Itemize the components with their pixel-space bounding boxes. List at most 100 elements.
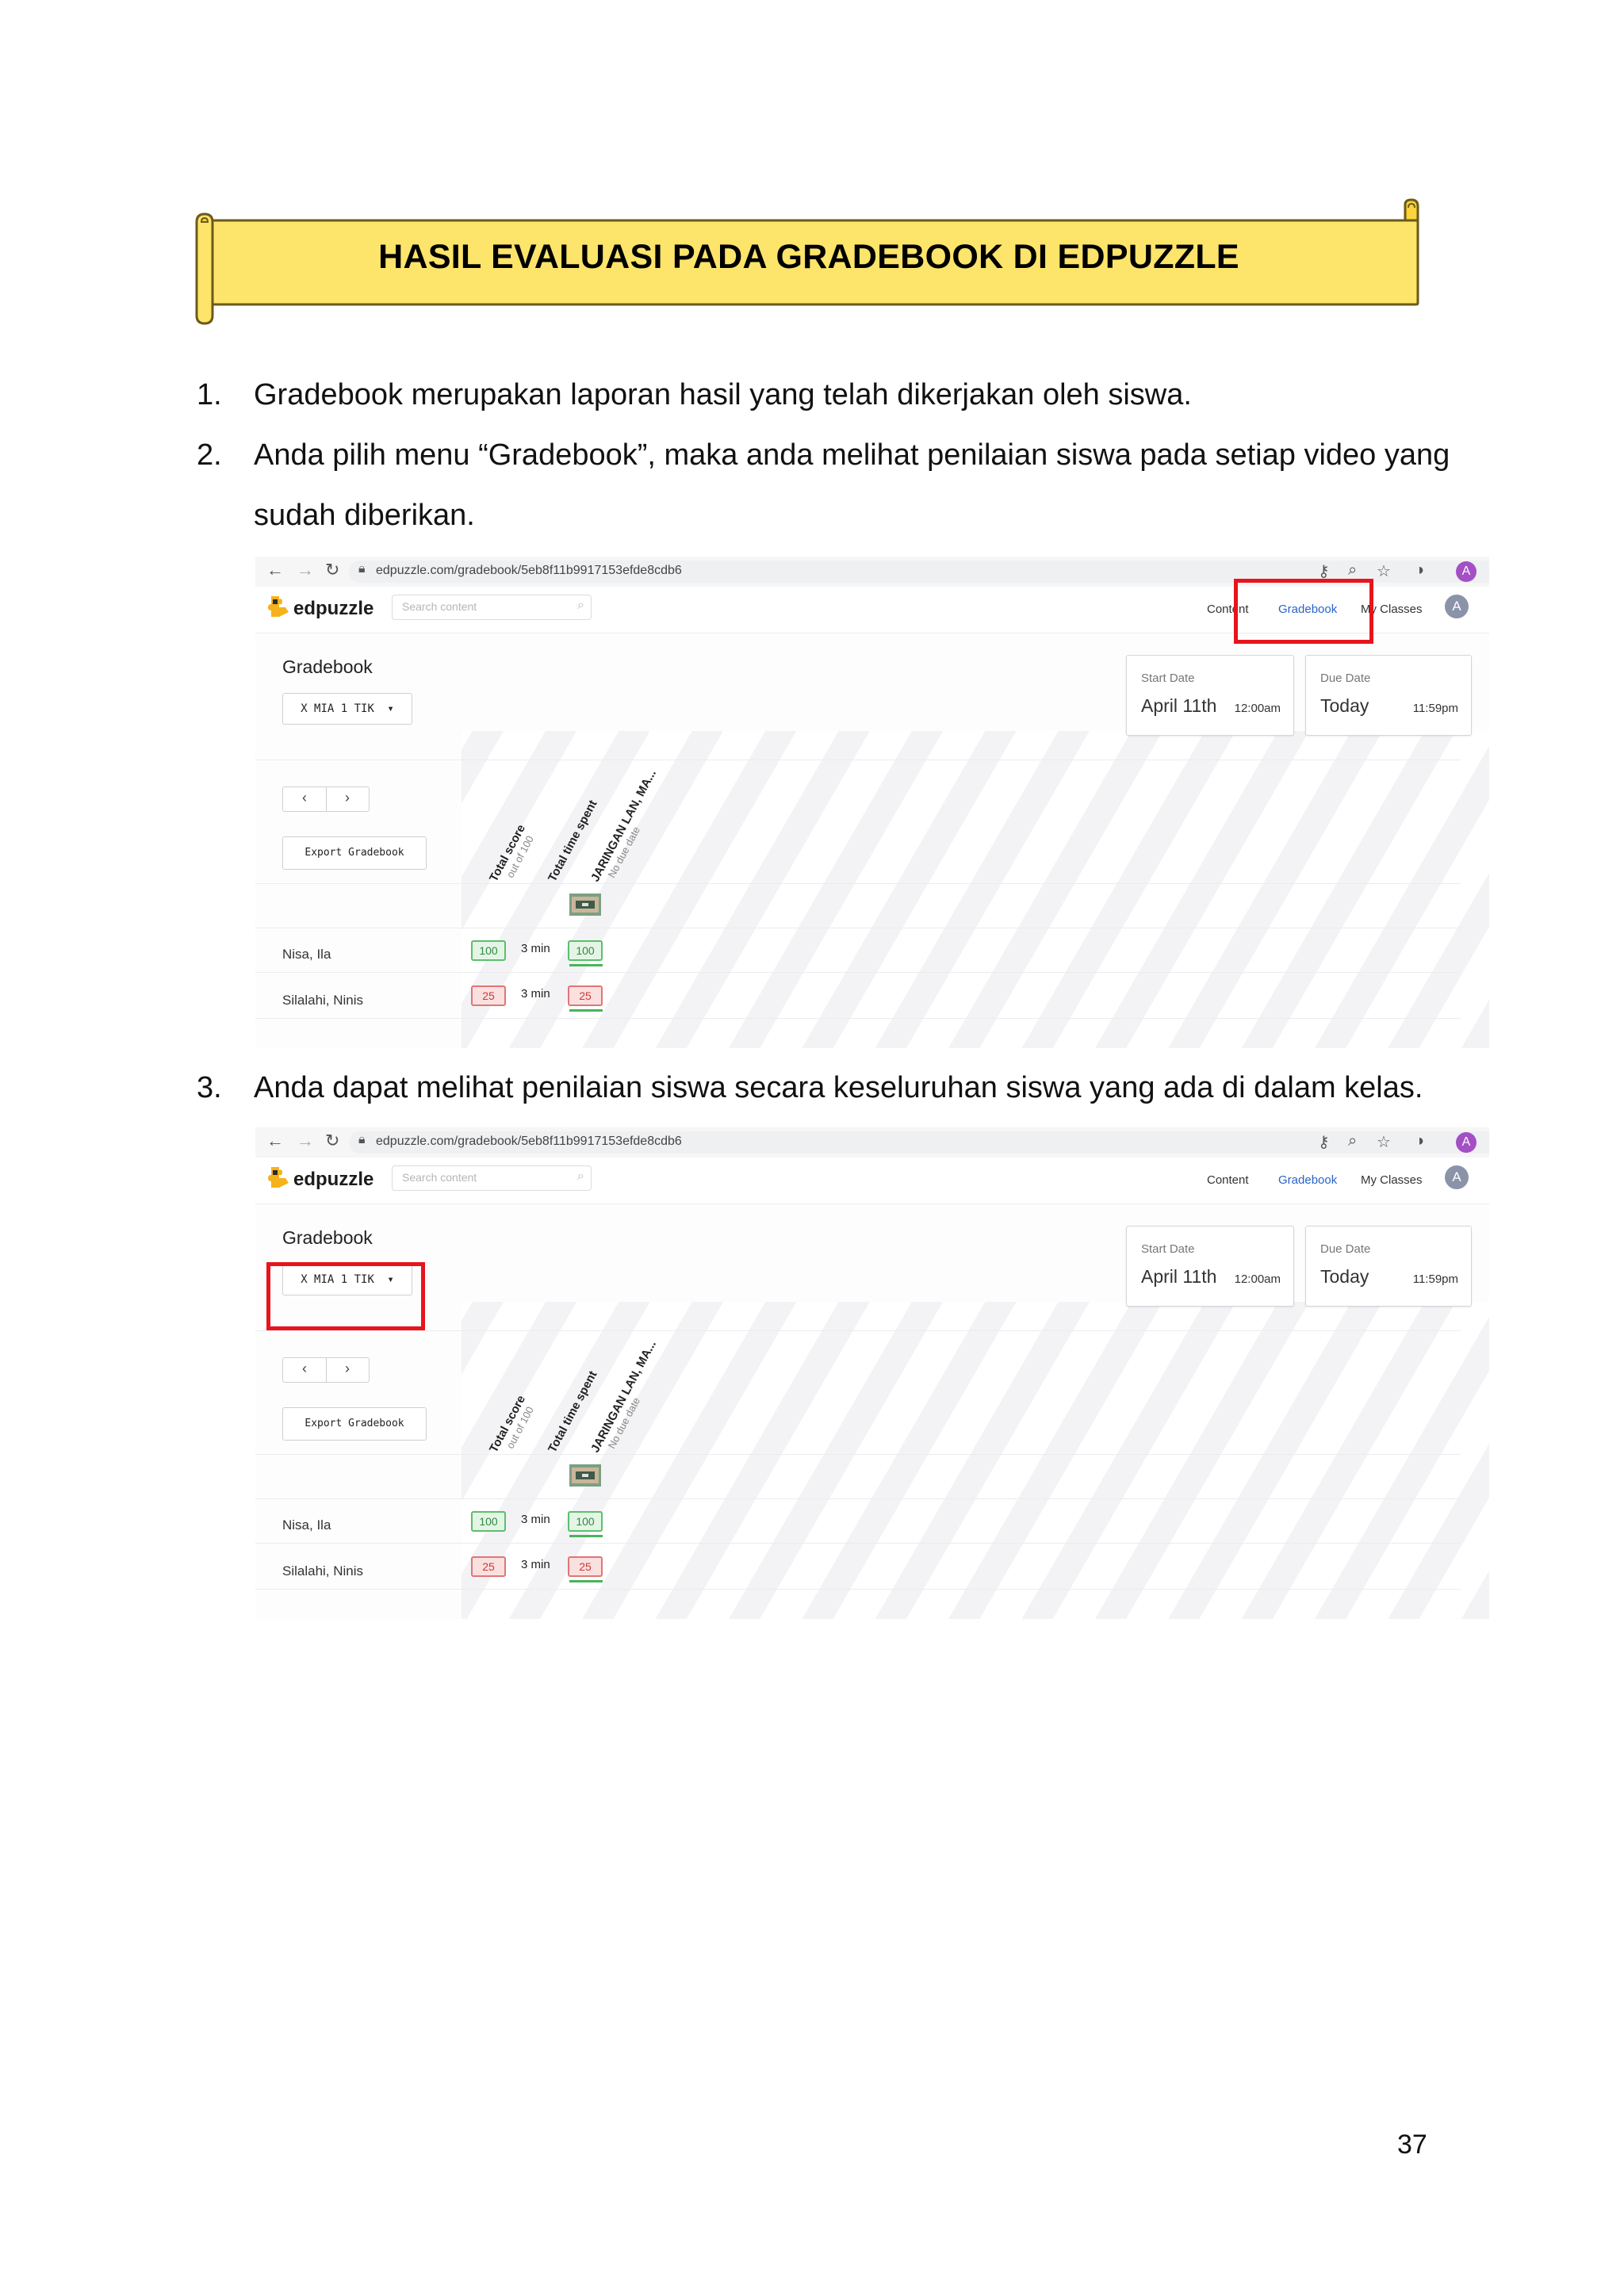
key-icon[interactable]: ⚷	[1318, 1132, 1330, 1152]
total-score-badge: 25	[471, 1556, 506, 1577]
edpuzzle-gradebook-screenshot: ← → ↻ 🔒︎ edpuzzle.com/gradebook/5eb8f11b…	[255, 1127, 1489, 1619]
search-input[interactable]	[402, 600, 561, 613]
logo-text: edpuzzle	[293, 1169, 374, 1190]
progress-underline	[569, 1009, 603, 1012]
time-spent: 3 min	[521, 942, 550, 955]
star-icon[interactable]: ☆	[1377, 561, 1391, 581]
forward-arrow-icon[interactable]: →	[297, 560, 314, 580]
nav-content[interactable]: Content	[1207, 1173, 1249, 1187]
total-score-badge: 100	[471, 1511, 506, 1532]
video-score-badge[interactable]: 100	[568, 940, 603, 961]
step-number: 2.	[197, 438, 222, 472]
gradebook-title: Gradebook	[282, 1227, 373, 1248]
user-avatar[interactable]: A	[1445, 1165, 1469, 1189]
divider	[255, 1454, 1461, 1455]
url-text[interactable]: edpuzzle.com/gradebook/5eb8f11b9917153ef…	[376, 564, 682, 578]
video-score-badge[interactable]: 25	[568, 1556, 603, 1577]
export-gradebook-button[interactable]: Export Gradebook	[282, 836, 427, 870]
due-date-label: Due Date	[1320, 672, 1371, 685]
video-score-badge[interactable]: 100	[568, 1511, 603, 1532]
zoom-icon[interactable]: ⌕	[1348, 1132, 1357, 1150]
browser-toolbar: ← → ↻ 🔒︎ edpuzzle.com/gradebook/5eb8f11b…	[255, 1127, 1489, 1158]
next-page-button[interactable]: ›	[326, 790, 369, 806]
video-score-badge[interactable]: 25	[568, 985, 603, 1006]
prev-page-button[interactable]: ‹	[283, 1360, 326, 1377]
search-icon[interactable]: ⌕	[577, 599, 584, 613]
banner-title: HASIL EVALUASI PADA GRADEBOOK DI EDPUZZL…	[378, 238, 1239, 276]
reload-icon[interactable]: ↻	[325, 1131, 339, 1151]
time-spent: 3 min	[521, 1513, 550, 1526]
title-banner: HASIL EVALUASI PADA GRADEBOOK DI EDPUZZL…	[190, 198, 1427, 325]
extension-icon[interactable]: ◑	[1415, 1132, 1424, 1150]
time-spent: 3 min	[521, 1558, 550, 1571]
divider	[255, 1543, 1461, 1544]
divider	[255, 1498, 1461, 1499]
pagination-control: ‹ ›	[282, 1357, 370, 1383]
total-score-badge: 25	[471, 985, 506, 1006]
video-thumbnail-icon[interactable]	[569, 894, 601, 916]
due-date-value: Today	[1320, 695, 1369, 716]
due-date-card[interactable]: Due Date Today 11:59pm	[1305, 655, 1472, 736]
search-field[interactable]: ⌕	[392, 1165, 592, 1191]
url-text[interactable]: edpuzzle.com/gradebook/5eb8f11b9917153ef…	[376, 1135, 682, 1149]
star-icon[interactable]: ☆	[1377, 1132, 1391, 1152]
class-dropdown-highlight	[266, 1262, 425, 1330]
nav-gradebook[interactable]: Gradebook	[1278, 1173, 1337, 1187]
due-date-time: 11:59pm	[1412, 1272, 1458, 1286]
edpuzzle-logo[interactable]: edpuzzle	[268, 1165, 373, 1191]
class-dropdown[interactable]: X MIA 1 TIK ▾	[282, 693, 412, 725]
nav-my-classes[interactable]: My Classes	[1361, 1173, 1423, 1187]
puzzle-logo-icon	[268, 1167, 289, 1188]
step-text: Gradebook merupakan laporan hasil yang t…	[254, 378, 1192, 411]
chevron-down-icon: ▾	[387, 702, 394, 715]
user-avatar[interactable]: A	[1445, 595, 1469, 618]
reload-icon[interactable]: ↻	[325, 560, 339, 580]
search-input[interactable]	[402, 1171, 561, 1184]
browser-profile-icon[interactable]: A	[1456, 1132, 1477, 1153]
start-date-card[interactable]: Start Date April 11th 12:00am	[1126, 1226, 1294, 1307]
extension-icon[interactable]: ◑	[1415, 561, 1424, 580]
gradebook-grid-background	[462, 731, 1489, 1048]
divider	[255, 1589, 1461, 1590]
pagination-control: ‹ ›	[282, 786, 370, 812]
puzzle-logo-icon	[268, 596, 289, 617]
back-arrow-icon[interactable]: ←	[266, 1131, 284, 1151]
due-date-card[interactable]: Due Date Today 11:59pm	[1305, 1226, 1472, 1307]
page-number: 37	[1397, 2130, 1427, 2160]
divider	[255, 972, 1461, 973]
search-icon[interactable]: ⌕	[577, 1169, 584, 1184]
step-text: Anda pilih menu “Gradebook”, maka anda m…	[254, 438, 1450, 532]
student-name[interactable]: Silalahi, Ninis	[282, 1563, 363, 1579]
next-page-button[interactable]: ›	[326, 1360, 369, 1377]
prev-page-button[interactable]: ‹	[283, 790, 326, 806]
back-arrow-icon[interactable]: ←	[266, 560, 284, 580]
export-gradebook-button[interactable]: Export Gradebook	[282, 1407, 427, 1441]
start-date-label: Start Date	[1141, 1242, 1195, 1256]
time-spent: 3 min	[521, 987, 550, 1001]
progress-underline	[569, 1580, 603, 1582]
progress-underline	[569, 964, 603, 966]
search-field[interactable]: ⌕	[392, 595, 592, 620]
divider	[255, 1330, 1461, 1331]
forward-arrow-icon[interactable]: →	[297, 1131, 314, 1151]
step-number: 1.	[197, 378, 222, 411]
browser-profile-icon[interactable]: A	[1456, 561, 1477, 582]
student-name[interactable]: Silalahi, Ninis	[282, 993, 363, 1008]
divider	[255, 883, 1461, 884]
due-date-value: Today	[1320, 1266, 1369, 1287]
start-date-time: 12:00am	[1234, 702, 1281, 715]
step-text: Anda dapat melihat penilaian siswa secar…	[254, 1071, 1423, 1104]
student-name[interactable]: Nisa, Ila	[282, 1517, 331, 1533]
video-thumbnail-icon[interactable]	[569, 1464, 601, 1487]
zoom-icon[interactable]: ⌕	[1348, 561, 1357, 580]
student-name[interactable]: Nisa, Ila	[282, 947, 331, 962]
lock-icon: 🔒︎	[358, 562, 366, 576]
app-header: edpuzzle ⌕ Content Gradebook My Classes …	[255, 1158, 1489, 1204]
total-score-badge: 100	[471, 940, 506, 961]
start-date-card[interactable]: Start Date April 11th 12:00am	[1126, 655, 1294, 736]
gradebook-grid-background	[462, 1302, 1489, 1619]
lock-icon: 🔒︎	[358, 1133, 366, 1146]
edpuzzle-logo[interactable]: edpuzzle	[268, 595, 373, 620]
progress-underline	[569, 1535, 603, 1537]
gradebook-menu-highlight	[1234, 579, 1373, 644]
